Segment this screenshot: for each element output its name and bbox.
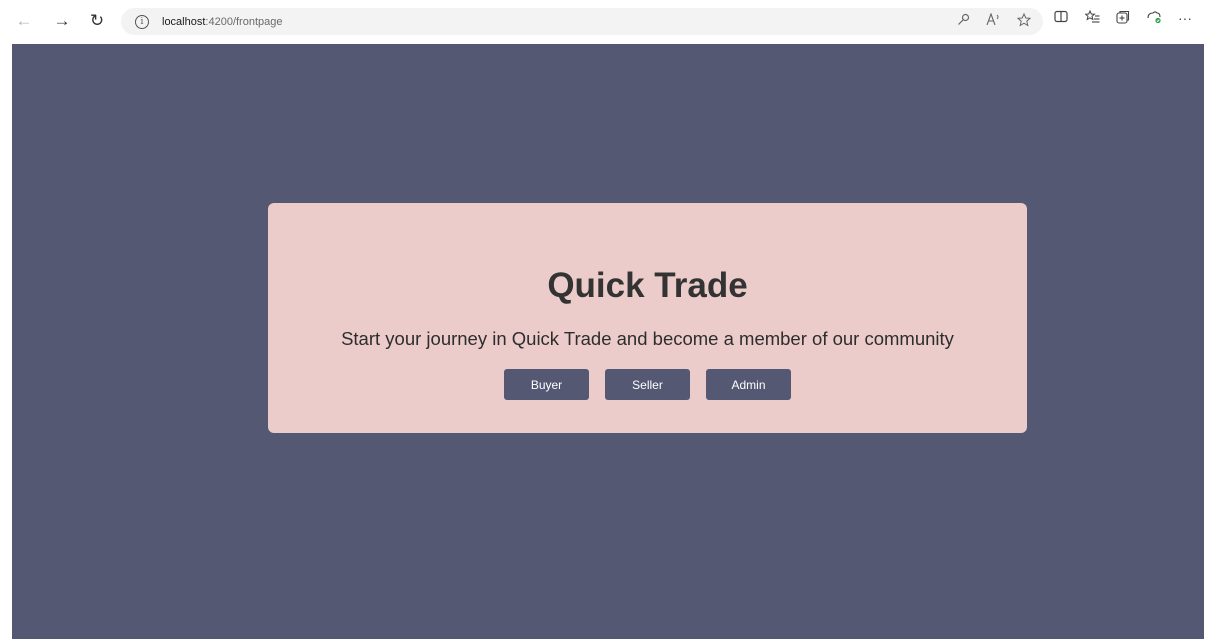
- arrow-left-icon: ←: [15, 11, 33, 30]
- refresh-icon: ↻: [89, 11, 105, 30]
- url-host: localhost: [162, 15, 206, 28]
- extensions-icon[interactable]: [1146, 10, 1162, 27]
- refresh-button[interactable]: ↻: [85, 9, 109, 33]
- buyer-button[interactable]: Buyer: [504, 369, 589, 400]
- address-bar[interactable]: i localhost:4200/frontpage: [121, 8, 1043, 35]
- split-screen-icon[interactable]: [1053, 10, 1069, 27]
- back-button[interactable]: ←: [12, 9, 36, 33]
- favorites-list-icon[interactable]: [1083, 9, 1100, 27]
- password-key-icon[interactable]: [957, 13, 970, 30]
- address-bar-actions: [957, 12, 1032, 30]
- info-icon[interactable]: i: [135, 14, 149, 29]
- page-subtitle: Start your journey in Quick Trade and be…: [341, 328, 954, 349]
- admin-button[interactable]: Admin: [706, 369, 791, 400]
- seller-button[interactable]: Seller: [605, 369, 690, 400]
- hero-card: Quick Trade Start your journey in Quick …: [268, 203, 1027, 433]
- more-options-icon[interactable]: ···: [1177, 10, 1193, 27]
- browser-toolbar: ← → ↻ i localhost:4200/frontpage ···: [0, 0, 1208, 42]
- url-path: :4200/frontpage: [205, 15, 283, 28]
- collections-icon[interactable]: [1115, 10, 1131, 27]
- arrow-right-icon: →: [53, 11, 71, 30]
- favorite-star-icon[interactable]: [1016, 12, 1032, 30]
- browser-actions: ···: [1053, 9, 1193, 27]
- role-button-group: Buyer Seller Admin: [268, 369, 1027, 400]
- forward-button[interactable]: →: [50, 9, 74, 33]
- page-viewport: Quick Trade Start your journey in Quick …: [12, 44, 1204, 639]
- read-aloud-icon[interactable]: [986, 12, 1001, 30]
- page-title: Quick Trade: [547, 266, 748, 305]
- url-text[interactable]: localhost:4200/frontpage: [162, 16, 283, 28]
